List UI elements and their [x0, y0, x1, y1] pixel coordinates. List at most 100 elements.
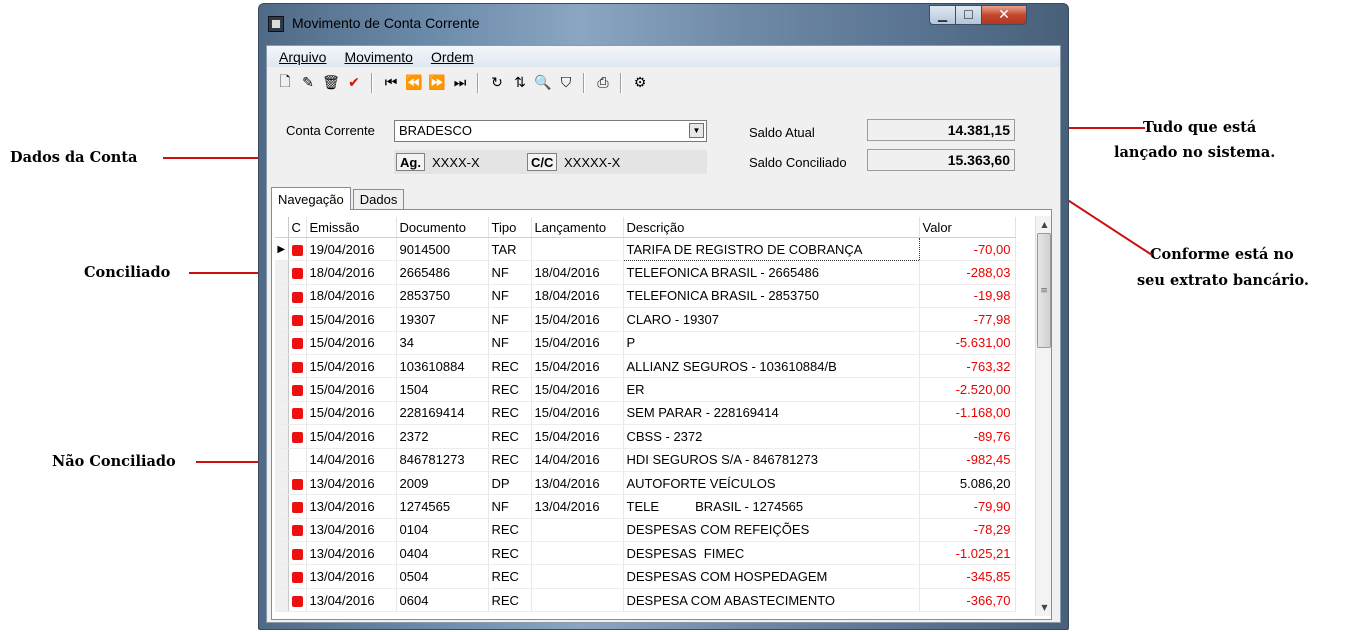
new-record-icon[interactable]: 🗋 — [274, 72, 296, 94]
header-documento[interactable]: Documento — [396, 217, 489, 238]
cell-emissao: 15/04/2016 — [306, 424, 397, 449]
conta-corrente-select[interactable]: BRADESCO ▼ — [394, 120, 707, 142]
conciliado-cell[interactable] — [288, 518, 307, 543]
row-indicator[interactable] — [275, 448, 289, 472]
row-indicator[interactable] — [275, 331, 289, 355]
conciliado-cell[interactable] — [288, 564, 307, 589]
tab-navegacao[interactable]: Navegação — [271, 187, 351, 210]
row-indicator[interactable] — [275, 564, 289, 589]
refresh-icon[interactable]: ↻ — [486, 72, 508, 94]
row-indicator[interactable]: ▶ — [275, 237, 289, 262]
scroll-up-icon[interactable]: ▲ — [1036, 216, 1051, 233]
row-indicator[interactable] — [275, 401, 289, 426]
cell-descricao: SEM PARAR - 228169414 — [623, 401, 920, 426]
table-row[interactable]: ▶ 19/04/2016 9014500 TAR TARIFA DE REGISTRO … — [275, 236, 1016, 262]
row-indicator[interactable] — [275, 471, 289, 496]
conciliado-cell[interactable] — [288, 494, 307, 519]
table-row[interactable]: 15/04/2016 2372 REC 15/04/2016 CBSS - 2372 -8… — [275, 424, 1016, 449]
header-tipo[interactable]: Tipo — [488, 217, 532, 238]
header-valor[interactable]: Valor — [919, 217, 1016, 238]
minimize-button[interactable]: ▁ — [929, 5, 956, 25]
conciliado-cell[interactable] — [288, 354, 307, 379]
scroll-down-icon[interactable]: ▼ — [1036, 599, 1051, 616]
row-indicator[interactable] — [275, 518, 289, 543]
menu-ordem[interactable]: Ordem — [431, 49, 474, 65]
table-row[interactable]: 15/04/2016 1504 REC 15/04/2016 ER -2.520,00 — [275, 377, 1016, 402]
conciliado-marker-icon — [291, 361, 303, 373]
table-row[interactable]: 18/04/2016 2853750 NF 18/04/2016 TELEFONICA … — [275, 284, 1016, 309]
cell-lancamento: 15/04/2016 — [531, 331, 624, 355]
next-record-icon[interactable]: ⏩ — [426, 72, 448, 94]
cell-descricao: CLARO - 19307 — [623, 307, 920, 332]
last-record-icon[interactable]: ⏭ — [449, 72, 471, 94]
table-row[interactable]: 15/04/2016 19307 NF 15/04/2016 CLARO - 19307… — [275, 307, 1016, 332]
conciliado-cell[interactable] — [288, 541, 307, 566]
row-indicator[interactable] — [275, 588, 289, 613]
table-row[interactable]: 15/04/2016 34 NF 15/04/2016 P -5.631,00 — [275, 331, 1016, 355]
menu-arquivo[interactable]: Arquivo — [279, 49, 326, 65]
header-descricao[interactable]: Descrição — [623, 217, 920, 238]
menu-movimento[interactable]: Movimento — [344, 49, 412, 65]
tab-dados[interactable]: Dados — [352, 189, 405, 209]
conciliado-cell[interactable] — [288, 307, 307, 332]
table-row[interactable]: 13/04/2016 0504 REC DESPESAS COM HOSPEDAGEM… — [275, 564, 1016, 589]
row-indicator[interactable] — [275, 354, 289, 379]
conciliado-cell[interactable] — [288, 237, 307, 262]
table-row[interactable]: 18/04/2016 2665486 NF 18/04/2016 TELEFONICA … — [275, 260, 1016, 285]
conciliado-cell[interactable] — [288, 401, 307, 426]
conciliado-cell[interactable] — [288, 377, 307, 402]
table-row[interactable]: 13/04/2016 2009 DP 13/04/2016 AUTOFORTE VEÍC… — [275, 471, 1016, 496]
cell-emissao: 13/04/2016 — [306, 518, 397, 543]
table-row[interactable]: 15/04/2016 103610884 REC 15/04/2016 ALLIANZ … — [275, 354, 1016, 379]
cell-emissao: 15/04/2016 — [306, 377, 397, 402]
row-indicator[interactable] — [275, 541, 289, 566]
confirm-check-icon[interactable]: ✔ — [343, 72, 365, 94]
header-c[interactable]: C — [288, 217, 307, 238]
cell-lancamento — [531, 564, 624, 589]
print-icon[interactable]: ⎙ — [592, 72, 614, 94]
table-row[interactable]: 13/04/2016 1274565 NF 13/04/2016 TELE BRASIL… — [275, 494, 1016, 519]
conciliado-cell[interactable] — [288, 588, 307, 613]
cell-tipo: REC — [488, 424, 532, 449]
sort-icon[interactable]: ⇅ — [509, 72, 531, 94]
scroll-thumb[interactable]: ≡ — [1037, 233, 1051, 348]
header-emissao[interactable]: Emissão — [306, 217, 397, 238]
maximize-button[interactable]: ☐ — [955, 5, 982, 25]
row-indicator[interactable] — [275, 307, 289, 332]
table-row[interactable]: 13/04/2016 0404 REC DESPESAS FIMEC -1.025,21 — [275, 541, 1016, 566]
row-indicator[interactable] — [275, 494, 289, 519]
vertical-scrollbar[interactable]: ▲ ≡ ▼ — [1035, 216, 1051, 616]
delete-record-icon[interactable]: 🗑 — [320, 72, 342, 94]
edit-record-icon[interactable]: ✎ — [297, 72, 319, 94]
cell-descricao: DESPESAS COM REFEIÇÕES — [623, 518, 920, 543]
cell-emissao: 13/04/2016 — [306, 588, 397, 613]
chevron-down-icon[interactable]: ▼ — [689, 123, 704, 138]
conciliado-cell[interactable] — [288, 331, 307, 355]
header-lancamento[interactable]: Lançamento — [531, 217, 624, 238]
close-button[interactable]: ✕ — [981, 5, 1027, 25]
cell-valor: 5.086,20 — [919, 471, 1016, 496]
cell-tipo: TAR — [488, 237, 532, 262]
cell-documento: 0604 — [396, 588, 489, 613]
table-row[interactable]: 14/04/2016 846781273 REC 14/04/2016 HDI SEGU… — [275, 448, 1016, 472]
table-row[interactable]: 13/04/2016 0604 REC DESPESA COM ABASTECIMEN… — [275, 588, 1016, 613]
table-row[interactable]: 13/04/2016 0104 REC DESPESAS COM REFEIÇÕES -… — [275, 518, 1016, 543]
row-indicator[interactable] — [275, 424, 289, 449]
row-indicator[interactable] — [275, 284, 289, 309]
prev-record-icon[interactable]: ⏪ — [403, 72, 425, 94]
row-indicator[interactable] — [275, 260, 289, 285]
first-record-icon[interactable]: ⏮ — [380, 72, 402, 94]
cell-lancamento: 13/04/2016 — [531, 471, 624, 496]
conciliado-cell[interactable] — [288, 471, 307, 496]
conciliado-cell[interactable] — [288, 284, 307, 309]
filter-icon[interactable]: ⛉ — [555, 72, 577, 94]
row-indicator[interactable] — [275, 377, 289, 402]
app-window: Movimento de Conta Corrente ▁ ☐ ✕ Arquiv… — [258, 3, 1069, 630]
conciliado-cell[interactable] — [288, 424, 307, 449]
table-row[interactable]: 15/04/2016 228169414 REC 15/04/2016 SEM PARA… — [275, 401, 1016, 426]
conciliado-cell[interactable] — [288, 260, 307, 285]
find-binoculars-icon[interactable]: 🔍 — [532, 72, 554, 94]
title-bar[interactable]: Movimento de Conta Corrente ▁ ☐ ✕ — [259, 4, 1068, 44]
conciliado-cell[interactable] — [288, 448, 307, 472]
settings-icon[interactable]: ⚙ — [629, 72, 651, 94]
